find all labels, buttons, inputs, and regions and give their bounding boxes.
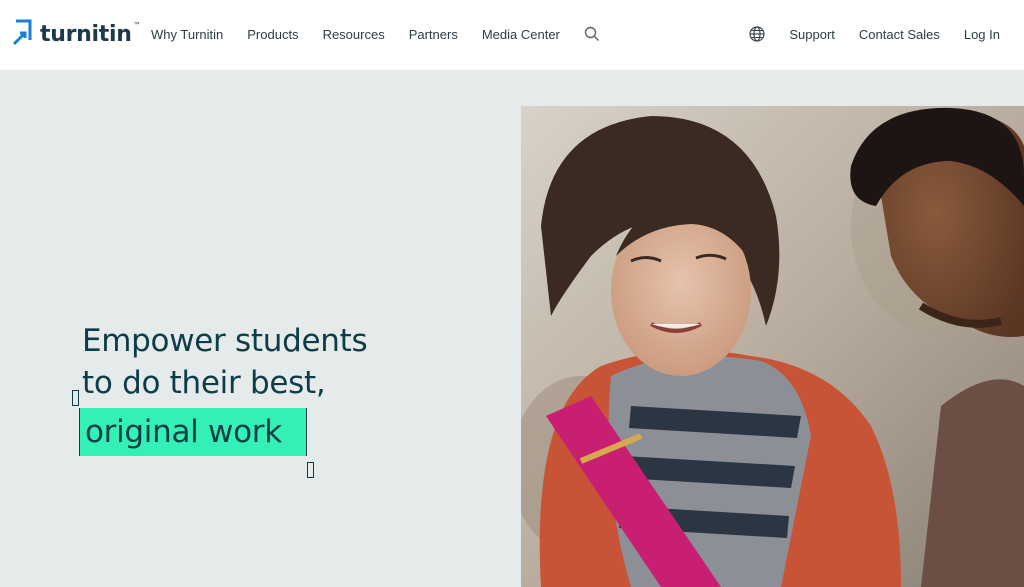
hero-photo [521,106,1024,587]
nav-products[interactable]: Products [247,27,298,42]
hero-heading: Empower students to do their best, [82,320,368,404]
nav-why-turnitin[interactable]: Why Turnitin [151,27,223,42]
hero-highlight-text: original work [85,414,282,450]
nav-contact-sales[interactable]: Contact Sales [859,27,940,42]
nav-media-center[interactable]: Media Center [482,27,560,42]
students-photo-illustration [521,106,1024,587]
text-cursor-start [72,390,79,406]
turnitin-logo[interactable]: turnitin ™ [12,18,140,50]
nav-partners[interactable]: Partners [409,27,458,42]
hero-line-2: to do their best, [82,365,326,401]
secondary-nav: Support Contact Sales Log In [749,26,1000,42]
logo-wordmark: turnitin [40,21,132,47]
site-header: turnitin ™ Why Turnitin Products Resourc… [0,0,1024,70]
nav-log-in[interactable]: Log In [964,27,1000,42]
nav-support[interactable]: Support [789,27,835,42]
globe-icon[interactable] [749,26,765,42]
primary-nav: Why Turnitin Products Resources Partners… [151,26,600,42]
logo-trademark: ™ [133,22,140,28]
text-cursor-end [307,462,314,478]
search-icon[interactable] [584,26,600,42]
hero-highlight: original work [79,408,309,458]
nav-resources[interactable]: Resources [323,27,385,42]
turnitin-logo-icon [12,19,32,46]
hero-line-1: Empower students [82,323,368,359]
